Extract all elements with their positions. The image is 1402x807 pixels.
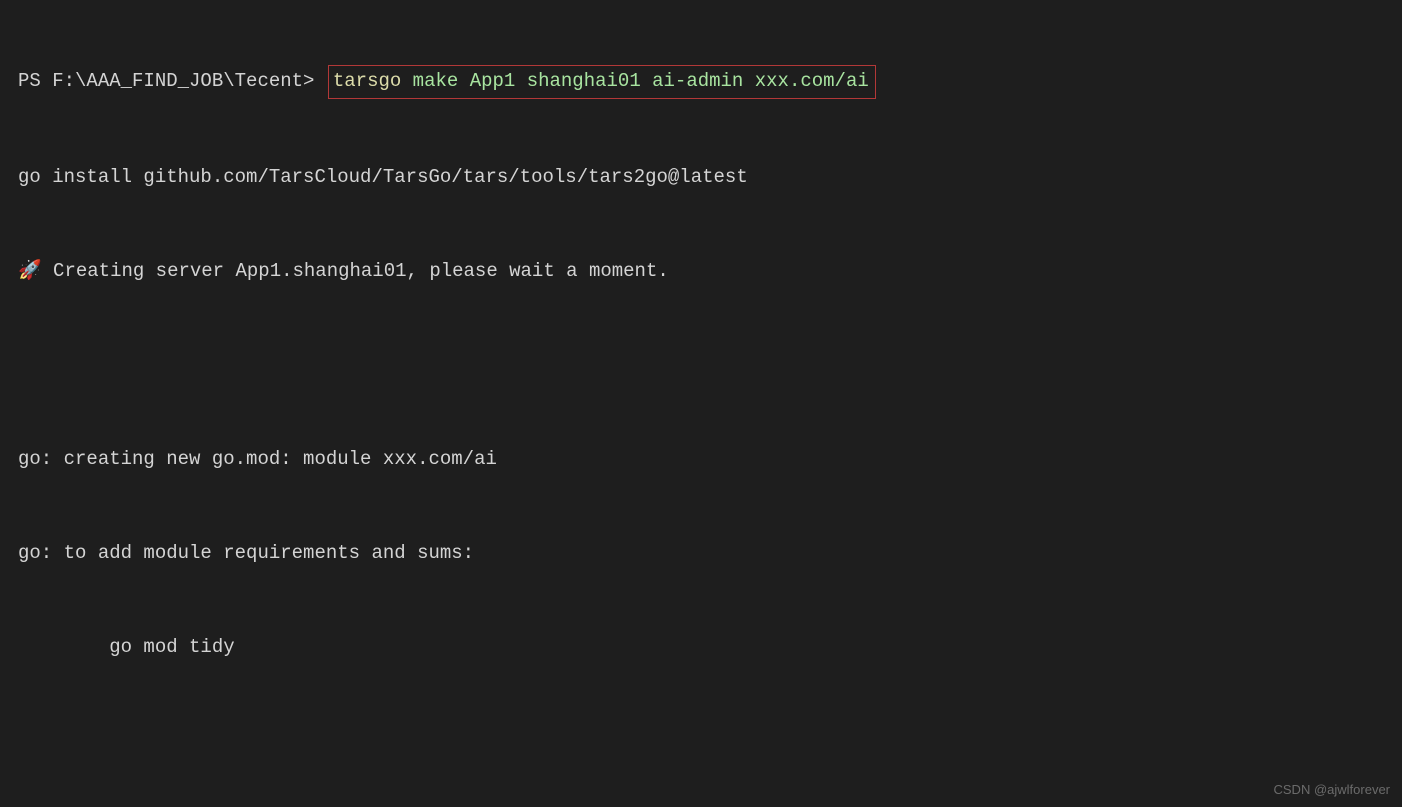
command-args: make App1 shanghai01 ai-admin xxx.com/ai [401,70,868,92]
blank-line [18,726,1402,757]
blank-line [18,350,1402,381]
output-line: go mod tidy [18,632,1402,663]
ps-prompt: PS F:\AAA_FIND_JOB\Tecent> [18,70,326,92]
command-tool: tarsgo [333,70,401,92]
output-line: go install github.com/TarsCloud/TarsGo/t… [18,162,1402,193]
command-highlight-box: tarsgo make App1 shanghai01 ai-admin xxx… [328,65,876,99]
terminal-output[interactable]: PS F:\AAA_FIND_JOB\Tecent> tarsgo make A… [0,0,1402,807]
output-line: go: to add module requirements and sums: [18,538,1402,569]
output-line: 🚀 Creating server App1.shanghai01, pleas… [18,256,1402,287]
output-line: go: creating new go.mod: module xxx.com/… [18,444,1402,475]
prompt-line: PS F:\AAA_FIND_JOB\Tecent> tarsgo make A… [18,65,1402,99]
watermark: CSDN @ajwlforever [1274,782,1391,797]
